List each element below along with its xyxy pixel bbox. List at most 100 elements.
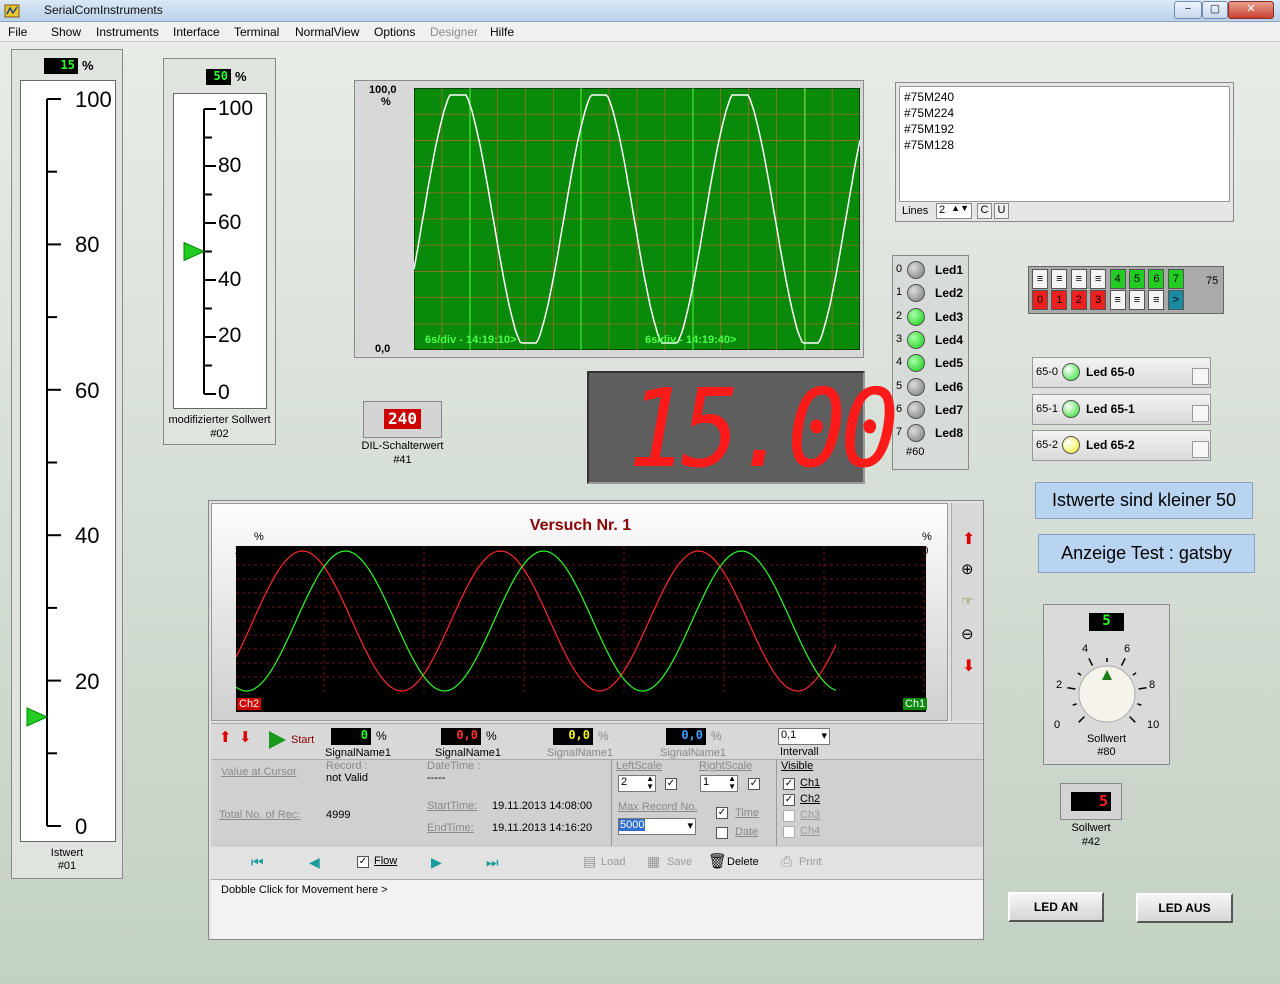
knob-tick (1138, 687, 1147, 690)
istwert-tick-label: 80 (75, 232, 100, 257)
led-index: 3 (896, 332, 903, 345)
led65-resize-handle[interactable] (1192, 405, 1209, 422)
scroll-up-icon[interactable]: ⬆ (962, 529, 975, 549)
recorder-hint-area[interactable]: Dobble Click for Movement here > (211, 879, 983, 939)
last-record-icon[interactable]: ⏭ (486, 854, 499, 871)
dil-switch-panel: ≡ 0 ≡ 1 ≡ 2 ≡ 3 4 ≡ 5 ≡ 6 ≡ 7 > 75 (1028, 266, 1224, 314)
dil-switch-top[interactable]: ≡ (1090, 269, 1107, 289)
dil-switch-bottom[interactable]: ≡ (1109, 290, 1126, 310)
dil-switch-top[interactable]: 6 (1148, 269, 1165, 289)
dil-switch-bottom[interactable]: 2 (1070, 290, 1087, 310)
dil-switch-bottom[interactable]: ≡ (1129, 290, 1145, 310)
menu-instruments[interactable]: Instruments (96, 25, 159, 39)
terminal-output[interactable]: #75M240 #75M224 #75M192 #75M128 (899, 86, 1230, 202)
minimize-button[interactable]: − (1174, 1, 1202, 19)
dil-switch-bottom[interactable]: ≡ (1148, 290, 1165, 310)
flow-checkbox[interactable]: ✓ (357, 856, 369, 868)
dil-switch-bottom[interactable]: 0 (1032, 290, 1048, 310)
delete-button[interactable]: Delete (727, 856, 759, 868)
zoom-out-icon[interactable]: ⊖ (961, 625, 974, 643)
right-scale-spinner[interactable]: 1 ▲ ▼ (700, 775, 738, 792)
terminal-u-button[interactable]: U (994, 203, 1009, 219)
max-record-value: 5000 (619, 819, 646, 831)
play-icon[interactable] (267, 730, 287, 750)
dil-switch-bottom[interactable]: 3 (1090, 290, 1107, 310)
first-record-icon[interactable]: ⏮ (251, 854, 264, 871)
time-checkbox[interactable]: ✓ (716, 807, 728, 819)
dil-display-value: 240 (384, 409, 421, 429)
dil-switch-top[interactable]: ≡ (1051, 269, 1068, 289)
led-on-button[interactable]: LED AN (1008, 892, 1104, 922)
menu-interface[interactable]: Interface (173, 25, 220, 39)
channel-visible-checkbox[interactable] (783, 826, 795, 838)
dil-switch-bottom[interactable]: > (1167, 290, 1184, 310)
led-led8 (907, 424, 925, 443)
left-scale-value: 2 (621, 776, 628, 788)
record-value: not Valid (326, 772, 368, 784)
knob-tick-label: 10 (1147, 719, 1160, 731)
terminal-clear-button[interactable]: C (977, 203, 992, 219)
sollwert-gauge[interactable]: 50 % 100 80 60 40 20 0 modifizierter Sol… (163, 58, 276, 445)
sollwert-pointer[interactable] (183, 241, 206, 262)
terminal-lines-value: 2 (939, 204, 946, 216)
signal-value: 0,0 (666, 728, 706, 745)
sollwert42-display: 5 (1060, 783, 1122, 820)
menu-normalview[interactable]: NormalView (295, 25, 359, 39)
dil-switch-top[interactable]: 5 (1129, 269, 1145, 289)
istwert-pointer[interactable] (26, 707, 49, 727)
sollwert42-id: #42 (1081, 836, 1101, 848)
led65-id: 65-0 (1036, 366, 1059, 378)
interval-select[interactable]: 0,1 ▾ (778, 728, 830, 745)
scroll-down-icon[interactable]: ⬇ (962, 656, 975, 676)
end-time-label: EndTime: (427, 822, 474, 834)
led65-indicator (1062, 363, 1080, 381)
menu-show[interactable]: Show (51, 25, 81, 39)
flow-label[interactable]: Flow (374, 855, 397, 867)
left-scale-checkbox[interactable]: ✓ (665, 778, 677, 790)
close-button[interactable]: ✕ (1228, 1, 1274, 19)
zoom-in-icon[interactable]: ⊕ (961, 560, 974, 578)
right-scale-checkbox[interactable]: ✓ (748, 778, 760, 790)
dil-switch-top[interactable]: 7 (1167, 269, 1184, 289)
time-label: Time (735, 807, 760, 819)
led-led1 (907, 261, 925, 279)
led65-resize-handle[interactable] (1192, 368, 1209, 385)
channel-visible-checkbox[interactable]: ✓ (783, 794, 795, 806)
menu-options[interactable]: Options (374, 25, 415, 39)
plot-ymax-label: 100,0 (369, 84, 397, 96)
recorder-canvas[interactable] (236, 546, 926, 712)
channel-visible-checkbox[interactable] (783, 810, 795, 822)
istwert-gauge[interactable]: 15 % 100 80 60 40 20 0 Istwert #01 (11, 49, 123, 879)
menu-terminal[interactable]: Terminal (234, 25, 279, 39)
window-title: SerialComInstruments (44, 3, 163, 17)
channel-visible-checkbox[interactable]: ✓ (783, 778, 795, 790)
pan-hand-icon[interactable]: ☞ (961, 593, 974, 610)
prev-record-icon[interactable]: ◀ (309, 854, 320, 871)
load-icon: ▤ (583, 853, 597, 869)
led-index: 1 (896, 286, 903, 299)
start-label[interactable]: Start (291, 734, 314, 746)
led65-resize-handle[interactable] (1192, 441, 1209, 458)
sine-plot-panel[interactable]: 100,0 % 0,0 6s/div - 14:19:10> 6s/div - … (354, 80, 864, 358)
arrow-up-icon[interactable]: ⬆ (219, 728, 232, 746)
left-scale-spinner[interactable]: 2 ▲ ▼ (618, 775, 656, 792)
dil-switch-top[interactable]: ≡ (1070, 269, 1087, 289)
dil-display-id: #41 (393, 454, 412, 466)
interval-value: 0,1 (781, 729, 797, 741)
knob-tick-label: 4 (1082, 643, 1089, 655)
maximize-button[interactable]: ▢ (1202, 1, 1228, 19)
arrow-down-icon[interactable]: ⬇ (239, 728, 252, 746)
istwert-tick-label: 60 (75, 378, 100, 403)
max-record-select[interactable]: 5000 ▾ (618, 818, 696, 835)
date-checkbox[interactable] (716, 827, 728, 839)
dil-switch-top[interactable]: ≡ (1032, 269, 1048, 289)
terminal-lines-spinner[interactable]: 2 ▲▼ (936, 203, 972, 219)
menu-hilfe[interactable]: Hilfe (490, 25, 514, 39)
menu-file[interactable]: File (8, 25, 27, 39)
dil-switch-top[interactable]: 4 (1109, 269, 1126, 289)
recorder-ch-left: Ch2 (237, 698, 262, 710)
next-record-icon[interactable]: ▶ (431, 854, 442, 871)
led-off-button[interactable]: LED AUS (1136, 893, 1233, 923)
dil-switch-bottom[interactable]: 1 (1051, 290, 1068, 310)
delete-icon[interactable]: 🗑 (708, 852, 727, 870)
